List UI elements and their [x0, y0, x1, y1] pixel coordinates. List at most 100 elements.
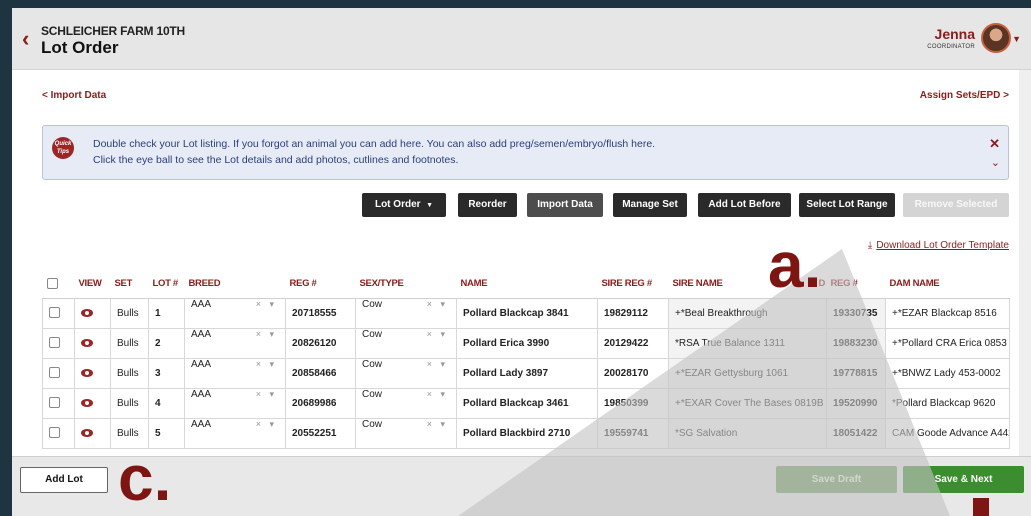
annotation-label-a: a. — [768, 229, 822, 301]
row-checkbox-cell[interactable] — [42, 387, 75, 419]
eye-icon[interactable] — [81, 338, 93, 347]
lot-number-cell-text: 1 — [155, 307, 161, 319]
sire-name-cell-text: +*EZAR Gettysburg 1061 — [675, 367, 789, 379]
row-checkbox[interactable] — [49, 367, 60, 379]
view-eye-cell[interactable] — [74, 417, 111, 449]
table-row[interactable]: Bulls 1 AAA × ▾ 20718555 Cow × ▾ Pollard Blackc… — [42, 297, 1010, 329]
animal-name-cell: Pollard Blackbird 2710 — [456, 417, 598, 449]
reg-cell: 20858466 — [285, 357, 356, 389]
manage-set-button[interactable]: Manage Set — [613, 193, 687, 217]
view-eye-cell[interactable] — [74, 297, 111, 329]
download-template-link[interactable]: ⤓ Download Lot Order Template — [868, 240, 1009, 251]
save-draft-button[interactable]: Save Draft — [776, 466, 897, 493]
breed-select[interactable]: AAA × ▾ — [184, 417, 286, 449]
clear-and-dropdown-icon[interactable]: × ▾ — [427, 419, 448, 430]
select-control[interactable]: AAA × ▾ — [191, 299, 285, 327]
import-data-button[interactable]: Import Data — [527, 193, 603, 217]
clear-and-dropdown-icon[interactable]: × ▾ — [256, 299, 277, 310]
select-all-checkbox[interactable] — [46, 278, 58, 290]
remove-selected-button[interactable]: Remove Selected — [903, 193, 1009, 217]
clear-and-dropdown-icon[interactable]: × ▾ — [256, 329, 277, 340]
animal-name-cell: Pollard Blackcap 3841 — [456, 297, 598, 329]
clear-and-dropdown-icon[interactable]: × ▾ — [427, 389, 448, 400]
save-and-next-button[interactable]: Save & Next — [903, 466, 1024, 493]
avatar[interactable] — [981, 23, 1011, 53]
table-row[interactable]: Bulls 3 AAA × ▾ 20858466 Cow × ▾ Pollard Lady 3… — [42, 357, 1010, 389]
animal-name-cell-text: Pollard Blackcap 3841 — [463, 307, 569, 319]
table-row[interactable]: Bulls 2 AAA × ▾ 20826120 Cow × ▾ Pollard Erica … — [42, 327, 1010, 359]
breed-select[interactable]: AAA × ▾ — [184, 357, 286, 389]
select-value: Cow — [362, 418, 383, 430]
breed-select[interactable]: AAA × ▾ — [184, 327, 286, 359]
clear-and-dropdown-icon[interactable]: × ▾ — [427, 359, 448, 370]
add-lot-button[interactable]: Add Lot — [20, 467, 108, 493]
dam-name-cell: *Pollard Blackcap 9620 — [885, 387, 1010, 419]
lot-number-cell-text: 4 — [155, 397, 161, 409]
clear-and-dropdown-icon[interactable]: × ▾ — [256, 389, 277, 400]
breed-select[interactable]: AAA × ▾ — [184, 297, 286, 329]
select-control[interactable]: AAA × ▾ — [191, 419, 285, 447]
dam-name-cell: +*Pollard CRA Erica 0853 — [885, 327, 1010, 359]
lot-order-dropdown[interactable]: Lot Order ▼ — [362, 193, 446, 217]
row-checkbox-cell[interactable] — [42, 417, 75, 449]
row-checkbox[interactable] — [49, 337, 60, 349]
dam-reg-cell-text: 19330735 — [833, 307, 878, 319]
back-chevron-icon[interactable]: ‹ — [22, 28, 29, 50]
select-lot-range-button[interactable]: Select Lot Range — [799, 193, 895, 217]
user-menu[interactable]: Jenna COORDINATOR ▼ — [901, 22, 1021, 58]
sex-type-select[interactable]: Cow × ▾ — [355, 297, 457, 329]
row-checkbox[interactable] — [49, 397, 60, 409]
table-row[interactable]: Bulls 5 AAA × ▾ 20552251 Cow × ▾ Pollard Blackb… — [42, 417, 1010, 449]
view-eye-cell[interactable] — [74, 327, 111, 359]
sex-type-select[interactable]: Cow × ▾ — [355, 387, 457, 419]
set-cell: Bulls — [110, 297, 149, 329]
sex-type-select[interactable]: Cow × ▾ — [355, 357, 457, 389]
reg-cell-text: 20826120 — [292, 337, 337, 349]
chevron-down-icon[interactable]: ⌄ — [991, 156, 1000, 169]
reg-cell: 20718555 — [285, 297, 356, 329]
row-checkbox[interactable] — [49, 307, 60, 319]
select-control[interactable]: AAA × ▾ — [191, 328, 285, 357]
eye-icon[interactable] — [81, 428, 93, 437]
view-eye-cell[interactable] — [74, 387, 111, 419]
dam-name-cell-text: +*BNWZ Lady 453-0002 — [892, 367, 1001, 379]
row-checkbox-cell[interactable] — [42, 297, 75, 329]
clear-and-dropdown-icon[interactable]: × ▾ — [256, 419, 277, 430]
select-value: AAA — [191, 328, 212, 340]
caret-down-icon[interactable]: ▼ — [1012, 34, 1021, 44]
clear-and-dropdown-icon[interactable]: × ▾ — [256, 359, 277, 370]
sex-type-select[interactable]: Cow × ▾ — [355, 417, 457, 449]
select-all-checkbox-cell[interactable] — [42, 270, 75, 299]
select-control[interactable]: AAA × ▾ — [191, 359, 285, 387]
select-control[interactable]: Cow × ▾ — [362, 418, 456, 447]
select-control[interactable]: Cow × ▾ — [362, 299, 456, 327]
select-control[interactable]: Cow × ▾ — [362, 389, 456, 417]
assign-sets-epd-link[interactable]: Assign Sets/EPD > — [920, 90, 1009, 101]
table-row[interactable]: Bulls 4 AAA × ▾ 20689986 Cow × ▾ Pollard Blackc… — [42, 387, 1010, 419]
add-lot-before-button[interactable]: Add Lot Before — [698, 193, 791, 217]
dam-name-cell-text: +*EZAR Blackcap 8516 — [892, 307, 997, 319]
row-checkbox-cell[interactable] — [42, 327, 75, 359]
dam-name-cell-text: +*Pollard CRA Erica 0853 — [892, 337, 1007, 349]
select-control[interactable]: Cow × ▾ — [362, 359, 456, 387]
clear-and-dropdown-icon[interactable]: × ▾ — [427, 329, 448, 340]
animal-name-cell-text: Pollard Lady 3897 — [463, 367, 549, 379]
back-to-import-data-link[interactable]: < Import Data — [42, 90, 106, 101]
reg-cell: 20552251 — [285, 417, 356, 449]
eye-icon[interactable] — [81, 308, 93, 317]
eye-icon[interactable] — [81, 398, 93, 407]
eye-icon[interactable] — [81, 368, 93, 377]
sex-type-select[interactable]: Cow × ▾ — [355, 327, 457, 359]
view-eye-cell[interactable] — [74, 357, 111, 389]
close-icon[interactable]: ✕ — [989, 136, 1000, 152]
reorder-button[interactable]: Reorder — [458, 193, 517, 217]
clear-and-dropdown-icon[interactable]: × ▾ — [427, 299, 448, 310]
breed-select[interactable]: AAA × ▾ — [184, 387, 286, 419]
set-cell-text: Bulls — [117, 397, 139, 409]
row-checkbox[interactable] — [49, 427, 60, 439]
dam-reg-cell-text: 19883230 — [833, 337, 878, 349]
row-checkbox-cell[interactable] — [42, 357, 75, 389]
select-control[interactable]: Cow × ▾ — [362, 329, 456, 357]
animal-name-cell-text: Pollard Blackbird 2710 — [463, 427, 571, 439]
select-control[interactable]: AAA × ▾ — [191, 389, 285, 417]
